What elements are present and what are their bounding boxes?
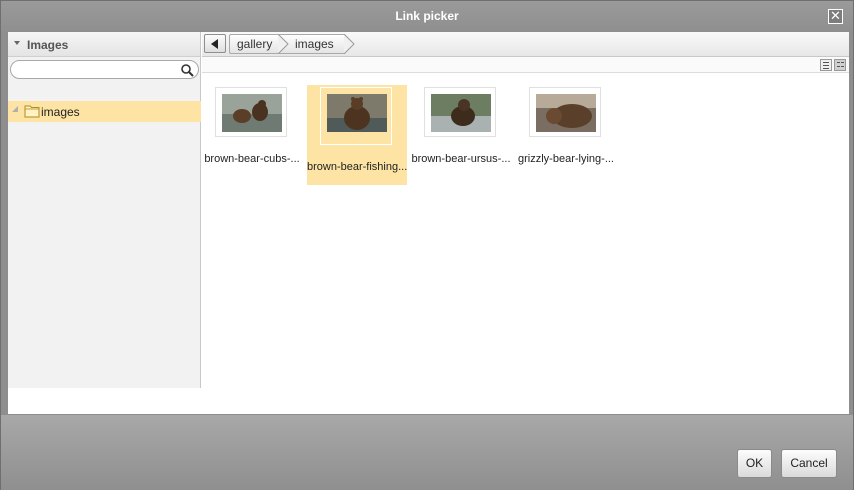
bear-ursus-thumbnail: [431, 94, 491, 132]
bear-cubs-thumbnail: [222, 94, 282, 132]
file-tile[interactable]: brown-bear-ursus-...: [411, 85, 511, 185]
dialog-footer: OK Cancel: [1, 415, 853, 490]
file-panel: gallery images brown-bear-cubs-... brown…: [202, 32, 849, 414]
search-icon[interactable]: [180, 63, 194, 77]
breadcrumb: gallery images: [202, 32, 849, 57]
file-name: brown-bear-fishing...: [307, 161, 407, 173]
thumbnail-frame: [424, 87, 496, 137]
file-tile[interactable]: brown-bear-cubs-...: [202, 85, 302, 185]
close-icon[interactable]: ✕: [828, 9, 843, 24]
folder-icon: [24, 105, 40, 118]
breadcrumb-item-gallery[interactable]: gallery: [229, 34, 279, 54]
folder-panel-header[interactable]: Images: [8, 32, 200, 57]
back-button[interactable]: [204, 34, 226, 53]
thumbnail-frame: [529, 87, 601, 137]
breadcrumb-label: gallery: [237, 37, 273, 51]
breadcrumb-separator-icon: [278, 34, 289, 54]
tree-item-label: images: [41, 105, 80, 119]
dialog-body: Images images gallery images brown-bear-…: [8, 32, 849, 414]
file-tile[interactable]: grizzly-bear-lying-...: [516, 85, 616, 185]
tree-item-images[interactable]: images: [8, 101, 201, 122]
file-name: grizzly-bear-lying-...: [518, 153, 614, 165]
link-picker-dialog: Link picker ✕ Images images gallery imag…: [0, 0, 854, 490]
folder-panel-title: Images: [27, 38, 69, 52]
thumbnail-frame: [215, 87, 287, 137]
file-tile-selected[interactable]: brown-bear-fishing...: [307, 85, 407, 185]
file-name: brown-bear-cubs-...: [204, 153, 300, 165]
cancel-button[interactable]: Cancel: [781, 449, 837, 478]
ok-button[interactable]: OK: [737, 449, 772, 478]
dialog-titlebar[interactable]: Link picker ✕: [1, 1, 853, 31]
collapse-arrow-icon[interactable]: [14, 41, 20, 45]
bear-fishing-thumbnail: [327, 94, 387, 132]
file-name: brown-bear-ursus-...: [411, 153, 511, 165]
breadcrumb-separator-icon: [344, 34, 355, 54]
grizzly-lying-thumbnail: [536, 94, 596, 132]
breadcrumb-label: images: [295, 37, 334, 51]
dialog-title: Link picker: [395, 9, 459, 23]
folder-panel: Images images: [8, 32, 201, 388]
back-arrow-icon: [211, 39, 218, 49]
list-view-icon[interactable]: [820, 59, 832, 71]
search-box[interactable]: [10, 60, 199, 79]
thumbnail-view-icon[interactable]: [834, 59, 846, 71]
thumbnail-frame: [320, 87, 392, 145]
search-input[interactable]: [17, 62, 177, 77]
tree-expand-icon[interactable]: [12, 106, 18, 112]
view-toolbar: [202, 57, 849, 73]
